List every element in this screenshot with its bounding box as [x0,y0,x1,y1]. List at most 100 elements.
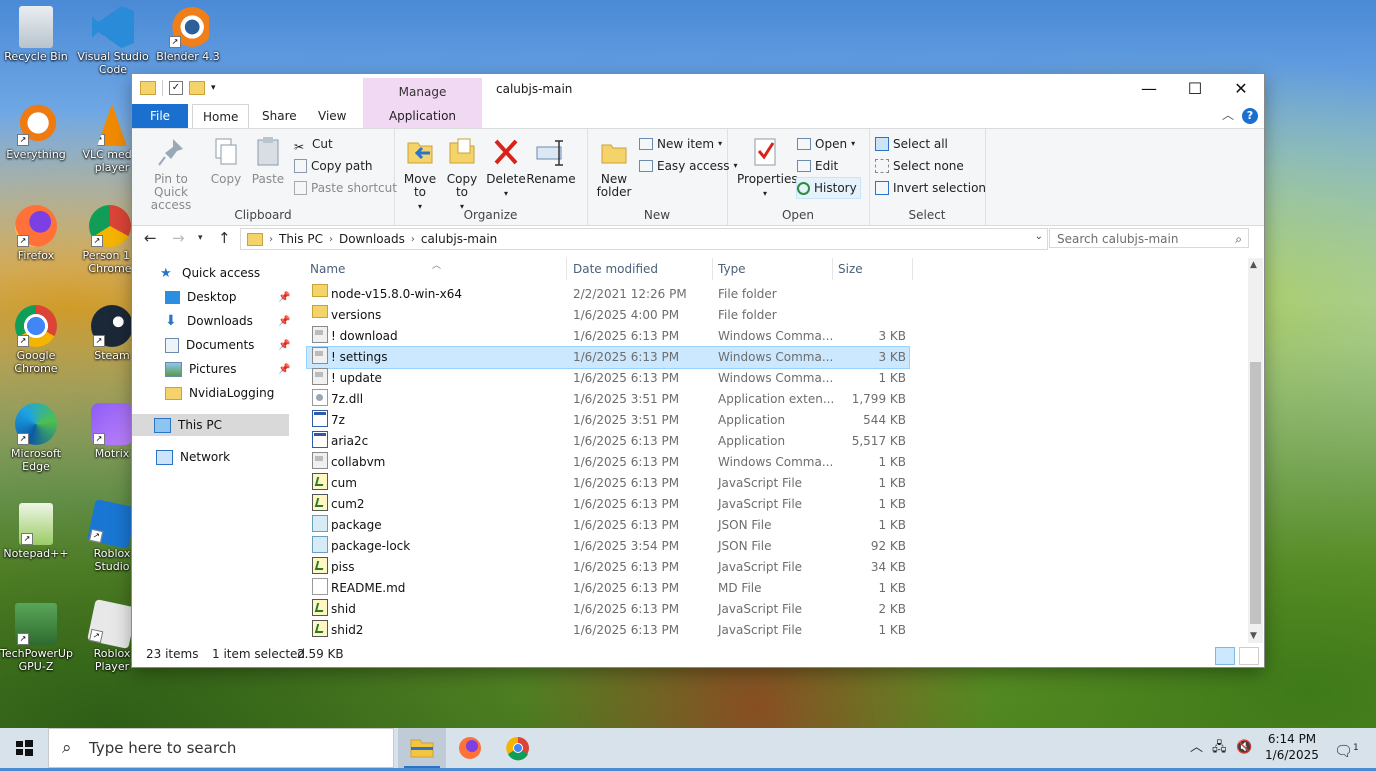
properties-button[interactable]: Properties ▾ [737,135,798,200]
title-bar[interactable]: ✓ ▾ Manage calubjs-main — ☐ ✕ [132,74,1264,104]
start-button[interactable] [0,728,48,768]
volume-muted-icon[interactable]: 🔇 [1236,728,1252,768]
file-row[interactable]: README.md 1/6/2025 6:13 PM MD File 1 KB [307,578,909,599]
tab-share[interactable]: Share [252,104,307,128]
nav-network[interactable]: Network [156,446,230,468]
back-button[interactable]: ← [144,229,157,247]
recent-locations-button[interactable]: ▾ [198,233,203,243]
taskbar-firefox[interactable] [446,728,494,768]
file-row[interactable]: node-v15.8.0-win-x64 2/2/2021 12:26 PM Fil… [307,284,909,305]
file-row[interactable]: 7z.dll 1/6/2025 3:51 PM Application exten.… [307,389,909,410]
select-all-button[interactable]: Select all [875,134,948,154]
column-header-date[interactable]: Date modified [573,258,658,280]
network-icon[interactable]: 🖧 [1212,728,1227,768]
minimize-button[interactable]: — [1126,74,1172,104]
delete-button[interactable]: Delete ▾ [486,135,526,200]
file-row[interactable]: ! update 1/6/2025 6:13 PM Windows Comma...… [307,368,909,389]
file-row[interactable]: package-lock 1/6/2025 3:54 PM JSON File 92 … [307,536,909,557]
copy-button[interactable]: Copy [208,135,244,186]
column-divider[interactable] [566,258,567,280]
new-folder-button[interactable]: New folder [593,135,635,199]
chevron-down-icon[interactable]: ⌄ [1035,231,1043,242]
pin-to-quick-access-button[interactable]: Pin to Quick access [138,135,204,212]
show-hidden-icons[interactable]: ︿ [1190,728,1203,768]
desktop-icon-edge[interactable]: ↗ Microsoft Edge [0,403,72,473]
select-none-button[interactable]: Select none [875,156,964,176]
column-header-name[interactable]: Name ︿ [310,258,441,280]
desktop-icon-vscode[interactable]: ↗ Visual Studio Code [77,6,149,76]
desktop-icon-gpuz[interactable]: ↗ TechPowerUp GPU-Z [0,603,73,673]
tab-file[interactable]: File [132,104,188,128]
column-header-size[interactable]: Size [838,258,863,280]
details-view-icon[interactable] [1215,647,1235,665]
taskbar-search-input[interactable]: ⌕ Type here to search [48,728,394,768]
new-item-button[interactable]: New item ▾ [639,134,722,154]
cut-button[interactable]: ✂ Cut [294,134,333,154]
tab-view[interactable]: View [308,104,356,128]
column-divider[interactable] [912,258,913,280]
close-button[interactable]: ✕ [1218,74,1264,104]
large-icons-view-icon[interactable] [1239,647,1259,665]
nav-nvidialogging[interactable]: NvidiaLogging [165,382,274,404]
column-divider[interactable] [832,258,833,280]
file-row[interactable]: aria2c 1/6/2025 6:13 PM Application 5,517 K… [307,431,909,452]
help-icon[interactable]: ? [1242,108,1258,124]
file-row[interactable]: package 1/6/2025 6:13 PM JSON File 1 KB [307,515,909,536]
notifications-icon[interactable]: 🗨1 [1334,728,1359,771]
properties-qat-icon[interactable]: ✓ [169,81,183,95]
tab-home[interactable]: Home [192,104,250,129]
forward-button[interactable]: → [172,229,185,247]
easy-access-button[interactable]: Easy access ▾ [639,156,738,176]
scrollbar-thumb[interactable] [1250,362,1261,624]
taskbar-file-explorer[interactable] [398,728,446,768]
desktop-icon-recycle-bin[interactable]: Recycle Bin [0,6,72,63]
clock[interactable]: 6:14 PM 1/6/2025 [1252,731,1332,763]
maximize-button[interactable]: ☐ [1172,74,1218,104]
collapse-ribbon-icon[interactable]: ︿ [1222,106,1234,123]
history-button[interactable]: History [796,177,861,199]
breadcrumb-this-pc[interactable]: This PC [279,232,323,246]
paste-button[interactable]: Paste [248,135,288,186]
nav-pictures[interactable]: Pictures [165,358,237,380]
file-row[interactable]: 7z 1/6/2025 3:51 PM Application 544 KB [307,410,909,431]
nav-desktop[interactable]: Desktop [165,286,237,308]
file-row[interactable]: cum2 1/6/2025 6:13 PM JavaScript File 1 KB [307,494,909,515]
scroll-up-icon[interactable]: ▲ [1250,260,1257,270]
file-row[interactable]: shid 1/6/2025 6:13 PM JavaScript File 2 KB [307,599,909,620]
desktop-icon-notepadpp[interactable]: ↗ Notepad++ [0,503,72,560]
scroll-down-icon[interactable]: ▼ [1250,631,1257,641]
customize-qat-icon[interactable]: ▾ [211,83,216,93]
file-row[interactable]: ! download 1/6/2025 6:13 PM Windows Comma.… [307,326,909,347]
nav-this-pc[interactable]: This PC [132,414,289,436]
file-row[interactable]: collabvm 1/6/2025 6:13 PM Windows Comma...… [307,452,909,473]
taskbar-chrome[interactable] [494,728,542,768]
rename-button[interactable]: Rename [526,135,576,186]
open-button[interactable]: Open ▾ [797,134,855,154]
file-row[interactable]: versions 1/6/2025 4:00 PM File folder [307,305,909,326]
copy-to-button[interactable]: Copy to ▾ [442,135,482,213]
address-bar[interactable]: › This PC › Downloads › calubjs-main ⌄ [240,228,1048,250]
up-button[interactable]: ↑ [218,229,231,247]
file-row[interactable]: ! settings 1/6/2025 6:13 PM Windows Comma.… [306,346,910,369]
edit-button[interactable]: Edit [797,156,838,176]
file-row[interactable]: piss 1/6/2025 6:13 PM JavaScript File 34 KB [307,557,909,578]
nav-downloads[interactable]: ⬇ Downloads [165,310,253,332]
tab-application-tools[interactable]: Application Tools [363,104,482,147]
desktop-icon-blender[interactable]: ↗ Blender 4.3 [152,6,224,63]
tab-manage[interactable]: Manage [363,78,482,104]
search-input[interactable]: Search calubjs-main ⌕ [1049,228,1249,248]
nav-documents[interactable]: Documents [165,334,254,356]
breadcrumb-downloads[interactable]: Downloads [339,232,405,246]
copy-path-button[interactable]: Copy path [294,156,373,176]
move-to-button[interactable]: Move to ▾ [400,135,440,213]
desktop-icon-firefox[interactable]: ↗ Firefox [0,205,72,262]
paste-shortcut-button[interactable]: Paste shortcut [294,178,397,198]
invert-selection-button[interactable]: Invert selection [875,178,986,198]
nav-quick-access[interactable]: ★ Quick access [160,262,260,284]
new-folder-qat-icon[interactable] [189,81,205,95]
column-divider[interactable] [712,258,713,280]
file-row[interactable]: cum 1/6/2025 6:13 PM JavaScript File 1 KB [307,473,909,494]
desktop-icon-everything[interactable]: ↗ Everything [0,104,72,161]
breadcrumb-current[interactable]: calubjs-main [421,232,497,246]
vertical-scrollbar[interactable]: ▲ ▼ [1248,258,1263,643]
